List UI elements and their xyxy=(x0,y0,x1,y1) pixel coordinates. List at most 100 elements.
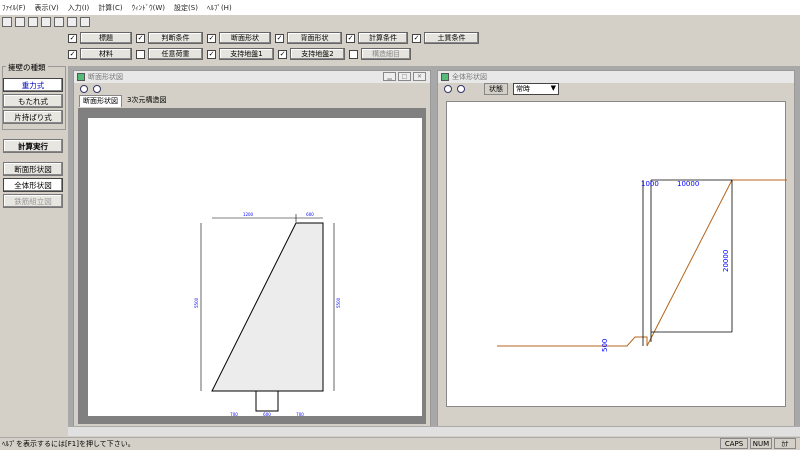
option-材料: ✓ 材料 xyxy=(68,48,132,60)
status-help: ﾍﾙﾌﾟを表示するには[F1]を押して下さい。 xyxy=(2,440,135,448)
zoom-in-icon[interactable] xyxy=(444,85,452,93)
option-button[interactable]: 任意荷重 xyxy=(148,48,203,60)
option-button[interactable]: 支持地盤2 xyxy=(290,48,345,60)
state-select[interactable]: 常時 ▼ xyxy=(513,83,559,95)
option-支持地盤1: ✓ 支持地盤1 xyxy=(207,48,274,60)
status-bar: ﾍﾙﾌﾟを表示するには[F1]を押して下さい。 xyxy=(0,437,800,450)
option-checkbox[interactable]: ✓ xyxy=(346,33,355,43)
option-button[interactable]: 標題 xyxy=(80,32,132,44)
status-num: NUM xyxy=(750,438,772,449)
dim-c: 20000 xyxy=(722,250,730,272)
overall-drawing: 1000 10000 20000 500 xyxy=(497,179,792,352)
option-checkbox[interactable]: ✓ xyxy=(207,49,216,59)
overall-window-titlebar[interactable]: 全体形状図 xyxy=(438,71,794,83)
dim-b3: 700 xyxy=(296,412,304,416)
menu-item-3[interactable]: 計算(C) xyxy=(98,3,122,13)
option-計算条件: ✓ 計算条件 xyxy=(346,32,408,44)
print-preview-icon[interactable] xyxy=(54,17,64,27)
option-任意荷重: 任意荷重 xyxy=(136,48,203,60)
option-判断条件: ✓ 判断条件 xyxy=(136,32,203,44)
section-window-titlebar[interactable]: 断面形状図 ▁ □ ✕ xyxy=(74,71,430,83)
horizontal-scrollbar[interactable] xyxy=(68,426,800,436)
option-button[interactable]: 土質条件 xyxy=(424,32,479,44)
option-構造細目: 構造細目 xyxy=(349,48,411,60)
dim-b1: 700 xyxy=(230,412,238,416)
type-gravity-button[interactable]: 重力式 xyxy=(3,78,63,92)
overall-window-title: 全体形状図 xyxy=(452,73,487,81)
maximize-button[interactable]: □ xyxy=(398,72,411,81)
toolbar xyxy=(0,15,800,29)
dim-right-h: 5500 xyxy=(336,297,341,308)
section-drawing: 1200 600 5500 5500 700 600 700 1700 xyxy=(88,118,422,431)
tab-3d[interactable]: 3次元構造図 xyxy=(124,95,169,107)
zoom-out-icon[interactable] xyxy=(93,85,101,93)
printer-setup-icon[interactable] xyxy=(67,17,77,27)
section-window-title: 断面形状図 xyxy=(88,73,123,81)
section-view: 1200 600 5500 5500 700 600 700 1700 xyxy=(78,108,426,431)
close-button[interactable]: ✕ xyxy=(413,72,426,81)
option-支持地盤2: ✓ 支持地盤2 xyxy=(278,48,345,60)
menu-item-4[interactable]: ｳｨﾝﾄﾞｳ(W) xyxy=(132,3,165,13)
menu-item-2[interactable]: 入力(I) xyxy=(68,3,90,13)
zoom-out-icon[interactable] xyxy=(457,85,465,93)
option-checkbox[interactable]: ✓ xyxy=(207,33,216,43)
option-button[interactable]: 構造細目 xyxy=(361,48,411,60)
dim-a: 1000 xyxy=(641,180,659,188)
option-断面形状: ✓ 断面形状 xyxy=(207,32,271,44)
zoom-in-icon[interactable] xyxy=(80,85,88,93)
dim-b2: 600 xyxy=(263,412,271,416)
option-checkbox[interactable]: ✓ xyxy=(68,49,77,59)
output-options-row-2: ✓ 材料 任意荷重 ✓ 支持地盤1 ✓ 支持地盤2 構造細目 xyxy=(68,48,415,60)
option-button[interactable]: 支持地盤1 xyxy=(219,48,274,60)
window-icon xyxy=(77,73,85,81)
open-folder-icon[interactable] xyxy=(15,17,25,27)
state-label: 状態 xyxy=(484,83,508,95)
option-button[interactable]: 計算条件 xyxy=(358,32,408,44)
menu-item-6[interactable]: ﾍﾙﾌﾟ(H) xyxy=(207,3,232,13)
chevron-down-icon: ▼ xyxy=(550,84,556,92)
option-背面形状: ✓ 背面形状 xyxy=(275,32,342,44)
option-土質条件: ✓ 土質条件 xyxy=(412,32,479,44)
overall-view: 1000 10000 20000 500 xyxy=(446,101,792,407)
output-options-row-1: ✓ 標題 ✓ 判断条件 ✓ 断面形状 ✓ 背面形状 ✓ 計算条件 ✓ 土質条件 xyxy=(68,32,483,44)
type-leaning-button[interactable]: もたれ式 xyxy=(3,94,63,108)
dim-left-h: 5500 xyxy=(194,297,199,308)
option-checkbox[interactable]: ✓ xyxy=(275,33,284,43)
help-icon[interactable] xyxy=(80,17,90,27)
run-calculation-button[interactable]: 計算実行 xyxy=(3,139,63,153)
menu-item-1[interactable]: 表示(V) xyxy=(35,3,59,13)
dim-d: 500 xyxy=(601,339,609,352)
status-kana: ｶﾅ xyxy=(774,438,796,449)
option-checkbox[interactable]: ✓ xyxy=(412,33,421,43)
option-標題: ✓ 標題 xyxy=(68,32,132,44)
type-cantilever-button[interactable]: 片持ばり式 xyxy=(3,110,63,124)
menu-bar: ﾌｧｲﾙ(F) 表示(V) 入力(I) 計算(C) ｳｨﾝﾄﾞｳ(W) 設定(S) ﾍﾙﾌﾟ… xyxy=(0,0,800,15)
view-overall-button[interactable]: 全体形状図 xyxy=(3,178,63,192)
option-checkbox[interactable]: ✓ xyxy=(68,33,77,43)
view-rebar-button[interactable]: 鉄筋組立図 xyxy=(3,194,63,208)
new-file-icon[interactable] xyxy=(2,17,12,27)
dim-top-right: 600 xyxy=(306,212,314,217)
menu-item-5[interactable]: 設定(S) xyxy=(174,3,198,13)
wall-type-title: 擁壁の種類 xyxy=(6,62,48,73)
option-button[interactable]: 材料 xyxy=(80,48,132,60)
option-checkbox[interactable] xyxy=(136,49,145,59)
option-button[interactable]: 判断条件 xyxy=(148,32,203,44)
save-icon[interactable] xyxy=(28,17,38,27)
status-caps: CAPS xyxy=(720,438,748,449)
print-icon[interactable] xyxy=(41,17,51,27)
option-checkbox[interactable]: ✓ xyxy=(278,49,287,59)
option-button[interactable]: 背面形状 xyxy=(287,32,342,44)
dim-b: 10000 xyxy=(677,180,699,188)
section-window: 断面形状図 ▁ □ ✕ 断面形状図 3次元構造図 1200 600 5500 550… xyxy=(73,70,431,431)
dim-top-left: 1200 xyxy=(243,212,254,217)
tab-section[interactable]: 断面形状図 xyxy=(79,95,122,107)
option-checkbox[interactable] xyxy=(349,49,358,59)
option-button[interactable]: 断面形状 xyxy=(219,32,271,44)
option-checkbox[interactable]: ✓ xyxy=(136,33,145,43)
overall-window: 全体形状図 状態 常時 ▼ 1000 10000 20000 500 xyxy=(437,70,795,430)
view-section-button[interactable]: 断面形状図 xyxy=(3,162,63,176)
window-icon xyxy=(441,73,449,81)
minimize-button[interactable]: ▁ xyxy=(383,72,396,81)
menu-item-0[interactable]: ﾌｧｲﾙ(F) xyxy=(2,3,26,13)
